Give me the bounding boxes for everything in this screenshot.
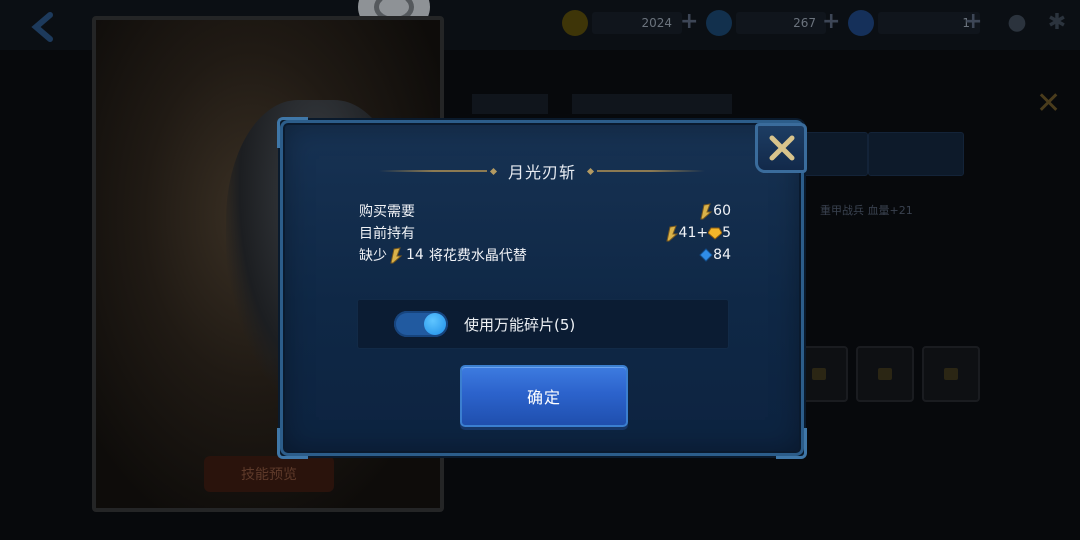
gold-currency: 2024 xyxy=(562,10,682,36)
diamond-icon xyxy=(848,10,874,36)
skill-shard-icon xyxy=(700,202,713,219)
gear-icon[interactable]: ✱ xyxy=(1044,10,1070,36)
blue-crystal-icon xyxy=(706,10,732,36)
frame-corner xyxy=(776,428,807,459)
background-stat-line: 重甲战兵 血量+21 xyxy=(820,204,913,217)
crystal-cost-value: 84 xyxy=(699,247,731,263)
back-button[interactable] xyxy=(28,12,68,42)
owned-value: 41+ 5 xyxy=(663,224,731,242)
back-arrow-icon xyxy=(31,12,53,42)
dialog-title: 月光刃斩 xyxy=(507,163,576,182)
background-upgrade-button xyxy=(868,132,964,176)
background-tab xyxy=(572,94,732,114)
required-value: 60 xyxy=(697,202,731,220)
blue-crystal-icon xyxy=(699,248,713,262)
shortage-amount: 14 xyxy=(406,247,424,263)
required-label: 购买需要 xyxy=(359,204,415,220)
owned-shard-amount: 41+ xyxy=(678,225,709,241)
title-ornament xyxy=(586,167,595,175)
close-icon xyxy=(769,135,795,161)
crystal-amount: 267 xyxy=(736,12,826,34)
title-divider-left xyxy=(378,170,487,172)
locked-slot-icon xyxy=(922,346,980,402)
universal-shard-label: 使用万能碎片(5) xyxy=(464,315,576,334)
skill-shard-icon xyxy=(665,224,678,241)
required-amount: 60 xyxy=(713,203,731,219)
title-ornament xyxy=(489,167,498,175)
gold-amount: 2024 xyxy=(592,12,682,34)
shortage-prefix: 缺少 xyxy=(359,248,387,264)
toggle-knob xyxy=(424,313,446,335)
frame-corner xyxy=(277,117,308,148)
skill-shard-icon xyxy=(390,246,403,263)
shortage-row: 缺少 14 将花费水晶代替 84 xyxy=(359,245,731,265)
shortage-label: 缺少 14 将花费水晶代替 xyxy=(359,245,527,265)
owned-label: 目前持有 xyxy=(359,226,415,242)
add-diamond-button[interactable]: + xyxy=(964,10,982,34)
close-button[interactable] xyxy=(755,123,807,173)
background-close-icon: ✕ xyxy=(1036,86,1062,121)
owned-row: 目前持有 41+ 5 xyxy=(359,223,731,243)
gold-coin-icon xyxy=(562,10,588,36)
crystal-cost-amount: 84 xyxy=(713,247,731,263)
background-tab xyxy=(472,94,548,114)
universal-shard-toggle[interactable] xyxy=(394,311,448,337)
profile-icon[interactable]: ● xyxy=(1004,10,1030,36)
dialog-title-row: 月光刃斩 xyxy=(283,159,801,183)
universal-shard-icon xyxy=(708,227,723,240)
required-row: 购买需要 60 xyxy=(359,201,731,221)
crystal-currency: 267 xyxy=(706,10,826,36)
locked-slot-icon xyxy=(856,346,914,402)
add-gold-button[interactable]: + xyxy=(680,10,698,34)
purchase-dialog: 月光刃斩 购买需要 60 目前持有 41+ 5 缺少 14 将花费水晶代替 84… xyxy=(277,117,807,459)
confirm-button[interactable]: 确定 xyxy=(460,365,628,427)
owned-universal-amount: 5 xyxy=(722,225,731,241)
title-divider-right xyxy=(597,170,705,172)
shortage-suffix: 将花费水晶代替 xyxy=(428,248,527,264)
frame-corner xyxy=(277,428,308,459)
add-crystal-button[interactable]: + xyxy=(822,10,840,34)
diamond-currency: 1 xyxy=(848,10,980,36)
skill-preview-button[interactable]: 技能预览 xyxy=(204,456,334,492)
universal-shard-option: 使用万能碎片(5) xyxy=(357,299,729,349)
